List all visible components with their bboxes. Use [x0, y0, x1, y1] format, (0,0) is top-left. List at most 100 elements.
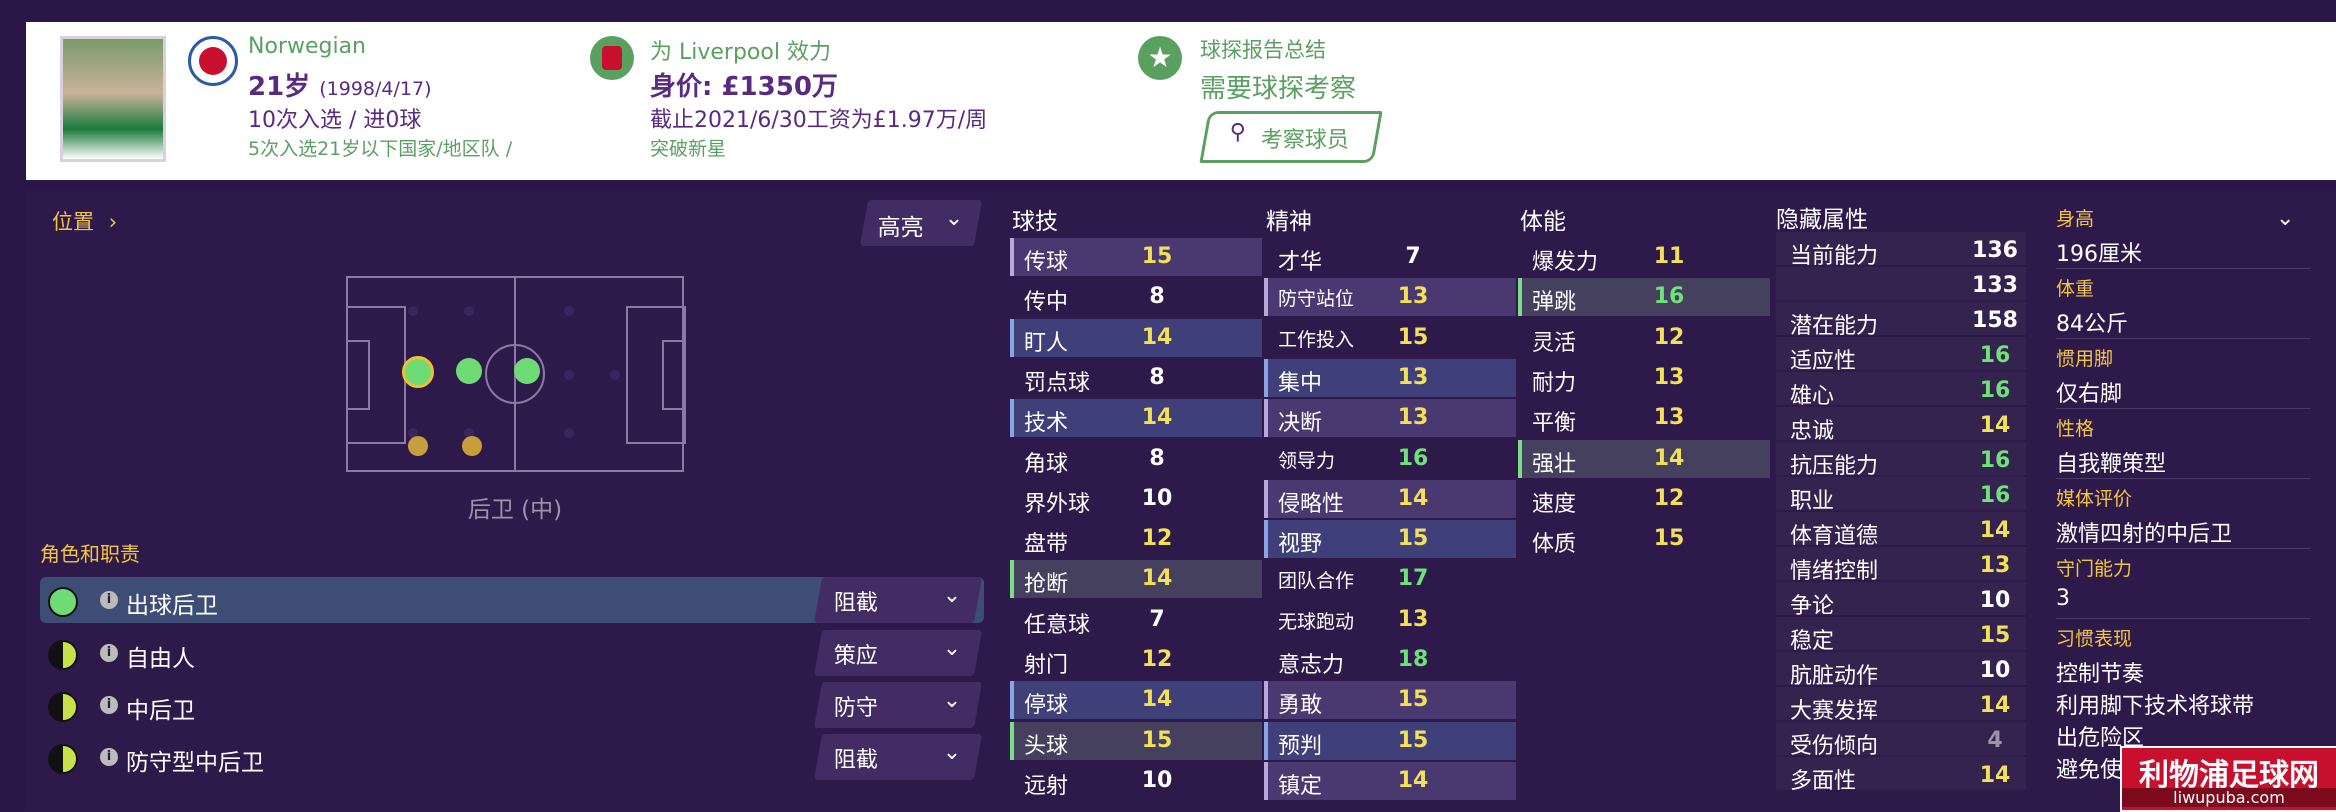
attribute-row[interactable]: 速度 12 [1518, 480, 1770, 518]
info-icon[interactable]: i [100, 748, 118, 766]
attribute-row[interactable]: 大赛发挥 14 [1776, 687, 2026, 724]
attribute-row[interactable]: 意志力 18 [1264, 641, 1516, 679]
attribute-row[interactable]: 平衡 13 [1518, 399, 1770, 437]
duty-label: 阻截 [833, 591, 878, 616]
attribute-row[interactable]: 潜在能力 158 [1776, 302, 2026, 339]
age-main: 21岁 [248, 72, 311, 102]
attribute-row[interactable]: 适应性 16 [1776, 337, 2026, 374]
attribute-name: 大赛发挥 [1790, 699, 1879, 724]
attribute-row[interactable]: 忠诚 14 [1776, 407, 2026, 444]
attribute-row[interactable]: 界外球 10 [1010, 480, 1262, 518]
attribute-row[interactable]: 团队合作 17 [1264, 560, 1516, 598]
nationality[interactable]: Norwegian [248, 34, 366, 59]
role-name: 中后卫 [126, 698, 195, 724]
attribute-row[interactable]: 争论 10 [1776, 582, 2026, 619]
highlight-dropdown[interactable]: 高亮 ⌄ [859, 200, 983, 246]
attribute-value: 13 [1397, 284, 1429, 310]
attribute-name: 体质 [1532, 532, 1577, 558]
attribute-row[interactable]: 勇敢 15 [1264, 681, 1516, 720]
attribute-row[interactable]: 弹跳 16 [1518, 278, 1770, 317]
attribute-row[interactable]: 爆发力 11 [1518, 238, 1770, 276]
attribute-row[interactable]: 角球 8 [1010, 440, 1262, 478]
attribute-row[interactable]: 体育道德 14 [1776, 512, 2026, 549]
attribute-row[interactable]: 决断 13 [1264, 399, 1516, 438]
attribute-row[interactable]: 才华 7 [1264, 238, 1516, 276]
duty-dropdown[interactable]: 策应 ⌄ [813, 630, 983, 676]
attribute-row[interactable]: 无球跑动 13 [1264, 601, 1516, 639]
duty-dropdown[interactable]: 阻截 ⌄ [813, 734, 983, 780]
attribute-row[interactable]: 传球 15 [1010, 238, 1262, 276]
attribute-row[interactable]: 职业 16 [1776, 477, 2026, 514]
attribute-value: 16 [1653, 284, 1685, 310]
attribute-row[interactable]: 盘带 12 [1010, 520, 1262, 558]
attribute-value: 14 [1397, 767, 1429, 793]
media-value: 激情四射的中后卫 [2056, 522, 2233, 547]
attribute-row[interactable]: 情绪控制 13 [1776, 547, 2026, 584]
attribute-row[interactable]: 体质 15 [1518, 520, 1770, 558]
attribute-row[interactable]: 集中 13 [1264, 358, 1516, 397]
position-marker-dm[interactable] [456, 358, 482, 384]
attribute-name: 集中 [1278, 370, 1323, 396]
attribute-row[interactable]: 传中 8 [1010, 278, 1262, 316]
attribute-row[interactable]: 头球 15 [1010, 721, 1262, 760]
attribute-row[interactable]: 防守站位 13 [1264, 278, 1516, 317]
attribute-row[interactable]: 远射 10 [1010, 762, 1262, 800]
attribute-row[interactable]: 耐力 13 [1518, 359, 1770, 397]
attribute-row[interactable]: 抗压能力 16 [1776, 442, 2026, 479]
attribute-row[interactable]: 技术 14 [1010, 399, 1262, 438]
attribute-row[interactable]: 射门 12 [1010, 641, 1262, 679]
attribute-value: 158 [1972, 308, 2018, 333]
attribute-value: 8 [1149, 364, 1165, 390]
attribute-row[interactable]: 灵活 12 [1518, 319, 1770, 357]
info-icon[interactable]: i [100, 591, 118, 609]
position-link[interactable]: 位置 › [52, 206, 117, 236]
attribute-row[interactable]: 强壮 14 [1518, 439, 1770, 478]
attribute-value: 133 [1972, 273, 2018, 298]
role-row[interactable]: i 中后卫 防守 ⌄ [40, 682, 984, 728]
role-name: 防守型中后卫 [126, 750, 264, 776]
attribute-row[interactable]: 受伤倾向 4 [1776, 722, 2026, 759]
attribute-row[interactable]: 工作投入 15 [1264, 319, 1516, 357]
attribute-row[interactable]: 任意球 7 [1010, 601, 1262, 639]
position-marker-wb-left[interactable] [408, 436, 428, 456]
highlight-marker [1010, 560, 1014, 599]
attribute-value: 10 [1979, 588, 2011, 613]
position-marker-dc-main[interactable] [402, 356, 434, 388]
watermark-url: liwupuba.com [2122, 788, 2336, 807]
attribute-row[interactable]: 停球 14 [1010, 681, 1262, 720]
attribute-name: 决断 [1278, 411, 1323, 437]
chevron-down-icon[interactable]: ⌄ [2276, 206, 2294, 231]
attribute-row[interactable]: 多面性 14 [1776, 757, 2026, 794]
info-icon[interactable]: i [100, 644, 118, 662]
role-row[interactable]: i 出球后卫 阻截 ⌄ [40, 577, 984, 623]
club-line[interactable]: 为 Liverpool 效力 [650, 34, 831, 66]
attribute-row[interactable]: 稳定 15 [1776, 617, 2026, 654]
duty-label: 策应 [833, 644, 878, 669]
attribute-row[interactable]: 当前能力 136 [1776, 232, 2026, 269]
position-marker-mc[interactable] [514, 358, 540, 384]
attribute-row[interactable]: 侵略性 14 [1264, 479, 1516, 518]
duty-dropdown[interactable]: 防守 ⌄ [813, 682, 983, 728]
info-icon[interactable]: i [100, 696, 118, 714]
attribute-value: 4 [1987, 728, 2003, 753]
attribute-name: 领导力 [1278, 449, 1336, 472]
highlight-marker [1264, 358, 1268, 397]
attribute-row[interactable]: 视野 15 [1264, 520, 1516, 559]
attribute-row[interactable]: 罚点球 8 [1010, 359, 1262, 397]
role-row[interactable]: i 防守型中后卫 阻截 ⌄ [40, 734, 984, 780]
habits-label: 习惯表现 [2056, 628, 2133, 650]
position-marker-wb-right[interactable] [462, 436, 482, 456]
attribute-row[interactable]: 雄心 16 [1776, 372, 2026, 409]
highlight-marker [1264, 761, 1268, 800]
scout-player-button[interactable]: ⚲ 考察球员 [1199, 111, 1383, 163]
attribute-row[interactable]: 预判 15 [1264, 721, 1516, 760]
attribute-row[interactable]: 133 [1776, 267, 2026, 300]
attribute-row[interactable]: 镇定 14 [1264, 761, 1516, 800]
pitch-diagram [346, 276, 686, 472]
duty-dropdown[interactable]: 阻截 ⌄ [813, 577, 983, 623]
attribute-row[interactable]: 抢断 14 [1010, 560, 1262, 599]
attribute-row[interactable]: 盯人 14 [1010, 318, 1262, 357]
role-row[interactable]: i 自由人 策应 ⌄ [40, 630, 984, 676]
attribute-row[interactable]: 肮脏动作 10 [1776, 652, 2026, 689]
attribute-row[interactable]: 领导力 16 [1264, 440, 1516, 478]
